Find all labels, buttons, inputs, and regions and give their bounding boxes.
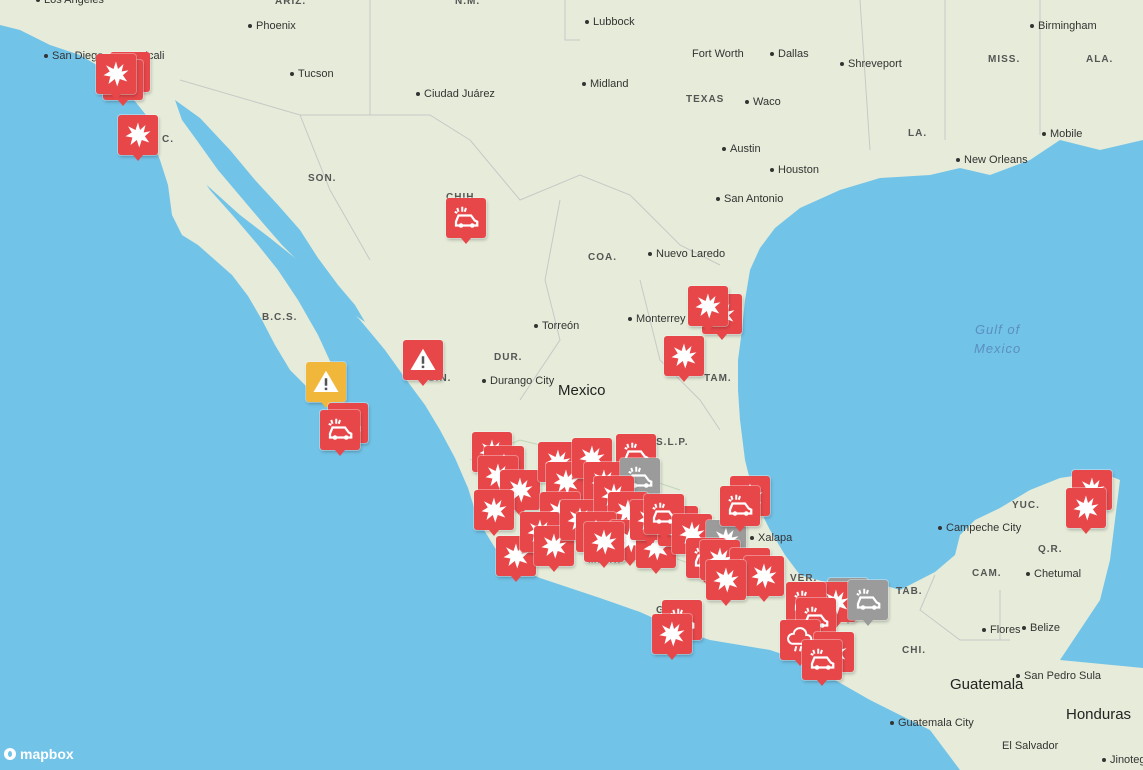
car-fire-marker[interactable] [320,410,360,456]
map-label-city: Monterrey [628,313,686,325]
explosion-marker[interactable] [664,336,704,382]
mapbox-logo-icon [4,748,16,760]
map-label-city: Durango City [482,375,554,387]
map-label-state: YUC. [1012,500,1040,511]
map-label-state: C. [162,134,174,145]
map-label-city: Flores [982,624,1021,636]
map-label-state: TAM. [704,373,732,384]
explosion-marker[interactable] [584,522,624,568]
map-label-sea: Gulf of Mexico [974,322,1022,356]
map-label-state: B.C.S. [262,312,298,323]
map-label-state: N.M. [455,0,481,7]
explosion-marker[interactable] [688,286,728,332]
map-label-city: Chetumal [1026,568,1081,580]
map-label-city: Dallas [770,48,809,60]
map-label-city: Austin [722,143,761,155]
map-label-city: Jinotega [1102,754,1143,766]
warning-marker[interactable] [306,362,346,408]
car-fire-marker[interactable] [802,640,842,686]
explosion-marker[interactable] [744,556,784,602]
explosion-marker[interactable] [652,614,692,660]
map-label-state: S.L.P. [656,437,689,448]
explosion-marker[interactable] [96,54,136,100]
map-label-city: Nuevo Laredo [648,248,725,260]
map-label-state: ARIZ. [275,0,307,7]
car-fire-marker[interactable] [446,198,486,244]
explosion-marker[interactable] [706,560,746,606]
map-label-city: Los Angeles [36,0,104,6]
map-label-plain: El Salvador [1002,740,1059,752]
map-label-city: Shreveport [840,58,902,70]
map-label-city: Houston [770,164,819,176]
map-label-big: Guatemala [950,676,1024,693]
explosion-marker[interactable] [1066,488,1106,534]
explosion-icon [481,497,507,523]
map-label-city: Xalapa [750,532,792,544]
car-fire-icon [810,648,835,670]
map-label-city: Guatemala City [890,717,974,729]
map-label-city: Mobile [1042,128,1082,140]
map-label-city: Tucson [290,68,334,80]
map-label-city: San Antonio [716,193,783,205]
map-label-city: Belize [1022,622,1060,634]
car-fire-icon [728,494,753,516]
car-fire-marker[interactable] [720,486,760,532]
map-label-city: Midland [582,78,629,90]
map-label-state: CAM. [972,568,1002,579]
mapbox-attribution[interactable]: mapbox [4,746,74,762]
car-fire-icon [856,588,881,610]
map-label-city: Campeche City [938,522,1021,534]
map-label-state: ALA. [1086,54,1114,65]
map-view[interactable]: Los Angeles ARIZ. N.M. Lubbock Birmingham San… [0,0,1143,770]
map-label-city: Lubbock [585,16,635,28]
explosion-icon [591,529,617,555]
map-label-city: Ciudad Juárez [416,88,495,100]
map-label-city: Birmingham [1030,20,1097,32]
map-label-city: New Orleans [956,154,1028,166]
map-label-city: San Diego [44,50,103,62]
attribution-text: mapbox [20,746,74,762]
map-label-big: Mexico [558,382,606,399]
map-label-city: Waco [745,96,781,108]
car-fire-icon [328,418,353,440]
explosion-icon [751,563,777,589]
warning-icon [410,348,436,370]
map-label-state: TAB. [896,586,923,597]
map-label-state: LA. [908,128,928,139]
map-label-city: Phoenix [248,20,296,32]
warning-icon [313,370,339,392]
explosion-icon [695,293,721,319]
car-fire-marker[interactable] [848,580,888,626]
warning-marker[interactable] [403,340,443,386]
map-label-big: Honduras [1066,706,1132,723]
explosion-icon [671,343,697,369]
explosion-icon [103,61,129,87]
map-label-city: San Pedro Sula [1016,670,1101,682]
map-label-state: Q.R. [1038,544,1063,555]
explosion-icon [1073,495,1099,521]
explosion-icon [713,567,739,593]
map-label-state: SON. [308,173,337,184]
explosion-icon [125,122,151,148]
car-fire-icon [454,206,479,228]
map-label-city: Torreón [534,320,579,332]
map-label-state: MISS. [988,54,1021,65]
map-label-state: DUR. [494,352,523,363]
map-label-state: CHI. [902,645,926,656]
map-label-state: TEXAS [686,94,725,105]
map-label-plain: Fort Worth [692,48,744,60]
explosion-marker[interactable] [474,490,514,536]
explosion-marker[interactable] [118,115,158,161]
map-label-state: COA. [588,252,617,263]
explosion-icon [659,621,685,647]
